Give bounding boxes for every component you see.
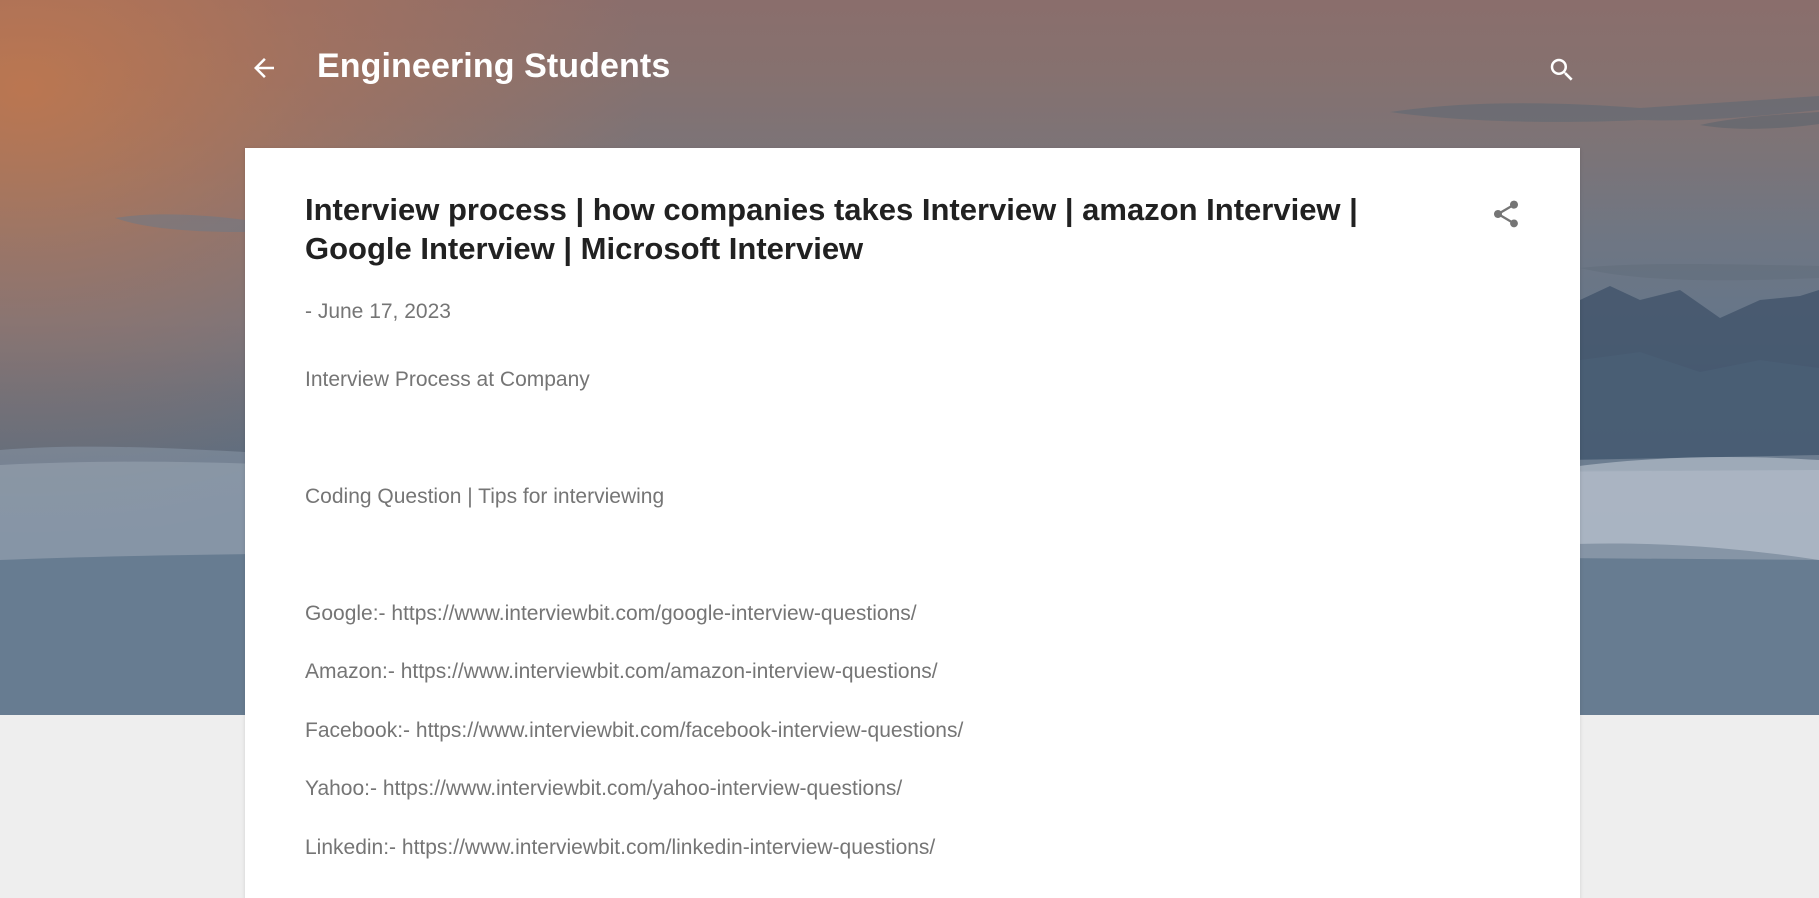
link-label: Google:- xyxy=(305,602,392,625)
link-label: Amazon:- xyxy=(305,660,401,683)
post-subheading: Coding Question | Tips for interviewing xyxy=(305,485,665,508)
search-button[interactable] xyxy=(1540,48,1584,92)
list-item: Linkedin:- https://www.interviewbit.com/… xyxy=(305,834,935,862)
interview-link-yahoo[interactable]: https://www.interviewbit.com/yahoo-inter… xyxy=(383,777,902,800)
interview-link-amazon[interactable]: https://www.interviewbit.com/amazon-inte… xyxy=(401,660,938,683)
interview-link-facebook[interactable]: https://www.interviewbit.com/facebook-in… xyxy=(416,719,963,742)
blog-title[interactable]: Engineering Students xyxy=(317,44,670,88)
list-item: Facebook:- https://www.interviewbit.com/… xyxy=(305,717,963,745)
post-title: Interview process | how companies takes … xyxy=(305,192,1358,266)
search-icon xyxy=(1550,58,1573,81)
link-label: Yahoo:- xyxy=(305,777,383,800)
back-button[interactable] xyxy=(242,46,286,90)
interview-link-google[interactable]: https://www.interviewbit.com/google-inte… xyxy=(391,602,916,625)
share-icon xyxy=(1494,200,1518,228)
top-app-bar: Engineering Students xyxy=(0,0,1819,140)
list-item: Google:- https://www.interviewbit.com/go… xyxy=(305,600,917,628)
page: Engineering Students Interview process |… xyxy=(0,0,1819,898)
link-label: Linkedin:- xyxy=(305,836,402,859)
post-intro: Interview Process at Company xyxy=(305,368,590,391)
interview-link-linkedin[interactable]: https://www.interviewbit.com/linkedin-in… xyxy=(402,836,935,859)
list-item: Yahoo:- https://www.interviewbit.com/yah… xyxy=(305,775,902,803)
share-button[interactable] xyxy=(1482,190,1530,238)
link-label: Facebook:- xyxy=(305,719,416,742)
post-date: - June 17, 2023 xyxy=(305,300,451,323)
arrow-left-icon xyxy=(254,58,274,78)
post-card: Interview process | how companies takes … xyxy=(245,148,1580,898)
list-item: Amazon:- https://www.interviewbit.com/am… xyxy=(305,658,938,686)
